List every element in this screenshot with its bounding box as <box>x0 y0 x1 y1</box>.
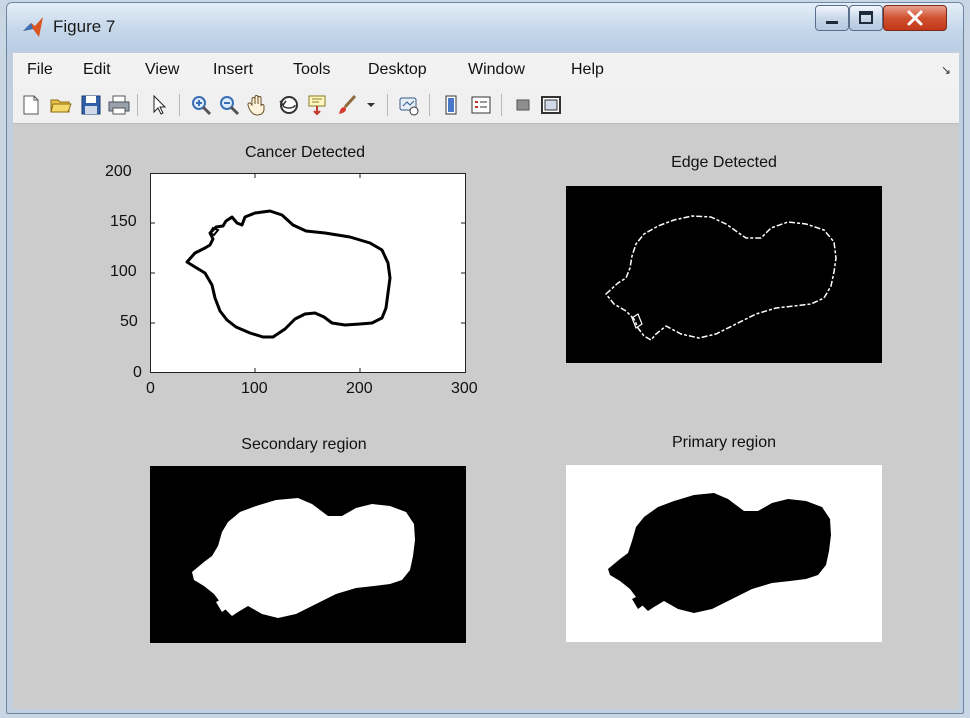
ytick-label: 50 <box>120 313 138 330</box>
xtick-label: 300 <box>451 380 478 397</box>
zoom-in-icon[interactable] <box>189 93 213 117</box>
toolbar-separator <box>501 94 502 116</box>
xtick-label: 0 <box>146 380 155 397</box>
matlab-logo-icon <box>23 17 43 37</box>
menu-edit[interactable]: Edit <box>83 61 111 79</box>
ytick-label: 150 <box>110 213 137 230</box>
ytick-label: 0 <box>133 364 142 381</box>
menu-overflow-icon[interactable]: ↘ <box>941 63 951 77</box>
print-icon[interactable] <box>107 93 131 117</box>
menu-bar: File Edit View Insert Tools Desktop Wind… <box>13 53 959 88</box>
edge-detected-image[interactable] <box>566 186 882 363</box>
close-icon <box>907 10 923 26</box>
minimize-icon <box>826 21 838 24</box>
window-title: Figure 7 <box>53 17 116 36</box>
secondary-region-image[interactable] <box>150 466 466 643</box>
maximize-icon <box>859 11 873 24</box>
menu-window[interactable]: Window <box>468 61 525 79</box>
minimize-button[interactable] <box>815 5 849 31</box>
open-file-icon[interactable] <box>49 93 73 117</box>
primary-region-image[interactable] <box>566 465 882 642</box>
zoom-out-icon[interactable] <box>217 93 241 117</box>
menu-insert[interactable]: Insert <box>213 61 253 79</box>
cancer-detected-axes[interactable] <box>150 173 466 373</box>
toolbar-separator <box>387 94 388 116</box>
menu-help[interactable]: Help <box>571 61 604 79</box>
title-bar[interactable]: Figure 7 <box>7 3 963 51</box>
hide-plot-tools-icon[interactable] <box>511 93 535 117</box>
menu-desktop[interactable]: Desktop <box>368 61 427 79</box>
figure-canvas[interactable]: Cancer Detected 200 150 100 50 0 0 100 2… <box>13 124 959 709</box>
link-plot-icon[interactable] <box>397 93 421 117</box>
ytick-label: 100 <box>110 263 137 280</box>
menu-view[interactable]: View <box>145 61 179 79</box>
toolbar-separator <box>137 94 138 116</box>
colorbar-icon[interactable] <box>439 93 463 117</box>
close-button[interactable] <box>883 5 947 31</box>
data-cursor-icon[interactable] <box>305 93 329 117</box>
toolbar-separator <box>429 94 430 116</box>
maximize-button[interactable] <box>849 5 883 31</box>
brush-icon[interactable] <box>335 93 359 117</box>
rotate-3d-icon[interactable] <box>277 93 301 117</box>
subplot-title-secondary-region: Secondary region <box>241 436 367 453</box>
pointer-icon[interactable] <box>147 93 171 117</box>
ytick-label: 200 <box>105 163 132 180</box>
toolbar-separator <box>179 94 180 116</box>
xtick-label: 200 <box>346 380 373 397</box>
menu-tools[interactable]: Tools <box>293 61 330 79</box>
figure-toolbar <box>13 87 959 124</box>
save-icon[interactable] <box>79 93 103 117</box>
brush-dropdown-icon[interactable] <box>359 93 383 117</box>
new-figure-icon[interactable] <box>19 93 43 117</box>
subplot-title-cancer-detected: Cancer Detected <box>244 144 366 161</box>
show-plot-tools-icon[interactable] <box>539 93 563 117</box>
figure-window: Figure 7 File Edit View Insert Tools Des… <box>6 2 964 714</box>
pan-hand-icon[interactable] <box>245 93 269 117</box>
subplot-title-primary-region: Primary region <box>671 434 777 451</box>
xtick-label: 100 <box>241 380 268 397</box>
subplot-title-edge-detected: Edge Detected <box>671 154 777 171</box>
menu-file[interactable]: File <box>27 61 53 79</box>
legend-icon[interactable] <box>469 93 493 117</box>
